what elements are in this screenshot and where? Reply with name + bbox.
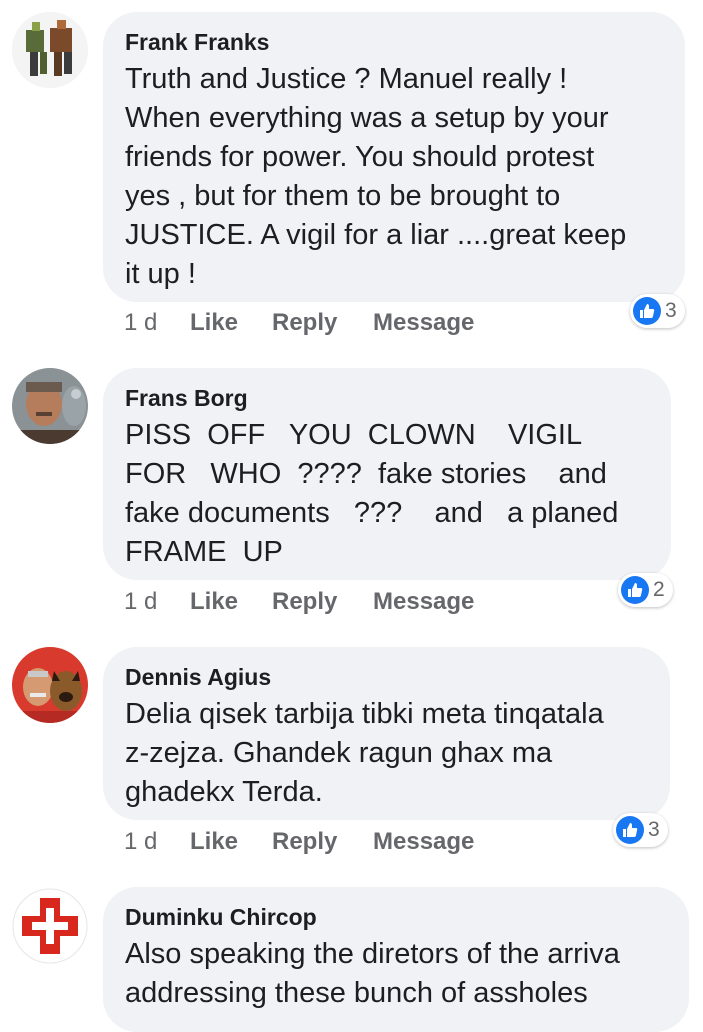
man-with-parrot-avatar-icon[interactable] [12, 368, 88, 444]
reaction-badge[interactable]: 2 [618, 573, 673, 607]
like-link[interactable]: Like [190, 587, 238, 617]
comment-bubble: Dennis Agius Delia qisek tarbija tibki m… [103, 647, 670, 820]
reply-link[interactable]: Reply [272, 827, 337, 857]
reaction-count: 3 [648, 818, 660, 841]
comment-text: Truth and Justice ? Manuel really ! When… [125, 63, 627, 290]
comment-author[interactable]: Frans Borg [125, 384, 649, 412]
red-cross-avatar-icon[interactable] [12, 888, 88, 964]
comment-time[interactable]: 1 d [124, 587, 157, 617]
like-link[interactable]: Like [190, 827, 238, 857]
message-link[interactable]: Message [373, 587, 474, 617]
comment-bubble: Frank Franks Truth and Justice ? Manuel … [103, 12, 685, 302]
comment-author[interactable]: Frank Franks [125, 28, 663, 56]
thumbs-up-icon [616, 816, 644, 844]
reply-link[interactable]: Reply [272, 587, 337, 617]
man-with-dog-avatar-icon[interactable] [12, 647, 88, 723]
comment-time[interactable]: 1 d [124, 827, 157, 857]
message-link[interactable]: Message [373, 308, 474, 338]
reply-link[interactable]: Reply [272, 308, 337, 338]
reaction-badge[interactable]: 3 [630, 294, 685, 328]
comment-text: PISS OFF YOU CLOWN VIGIL FOR WHO ???? fa… [125, 419, 619, 568]
comment-text: Delia qisek tarbija tibki meta tinqatala… [125, 698, 604, 808]
thumbs-up-icon [633, 297, 661, 325]
comment-text: Also speaking the diretors of the arriva… [125, 938, 620, 1009]
robot-avatar-icon[interactable] [12, 12, 88, 88]
comment-bubble: Duminku Chircop Also speaking the direto… [103, 887, 689, 1032]
reaction-badge[interactable]: 3 [613, 813, 668, 847]
reaction-count: 3 [665, 299, 677, 322]
comment-author[interactable]: Dennis Agius [125, 663, 648, 691]
message-link[interactable]: Message [373, 827, 474, 857]
comment-bubble: Frans Borg PISS OFF YOU CLOWN VIGIL FOR … [103, 368, 671, 580]
like-link[interactable]: Like [190, 308, 238, 338]
comment-author[interactable]: Duminku Chircop [125, 903, 667, 931]
reaction-count: 2 [653, 578, 665, 601]
comment-time[interactable]: 1 d [124, 308, 157, 338]
thumbs-up-icon [621, 576, 649, 604]
